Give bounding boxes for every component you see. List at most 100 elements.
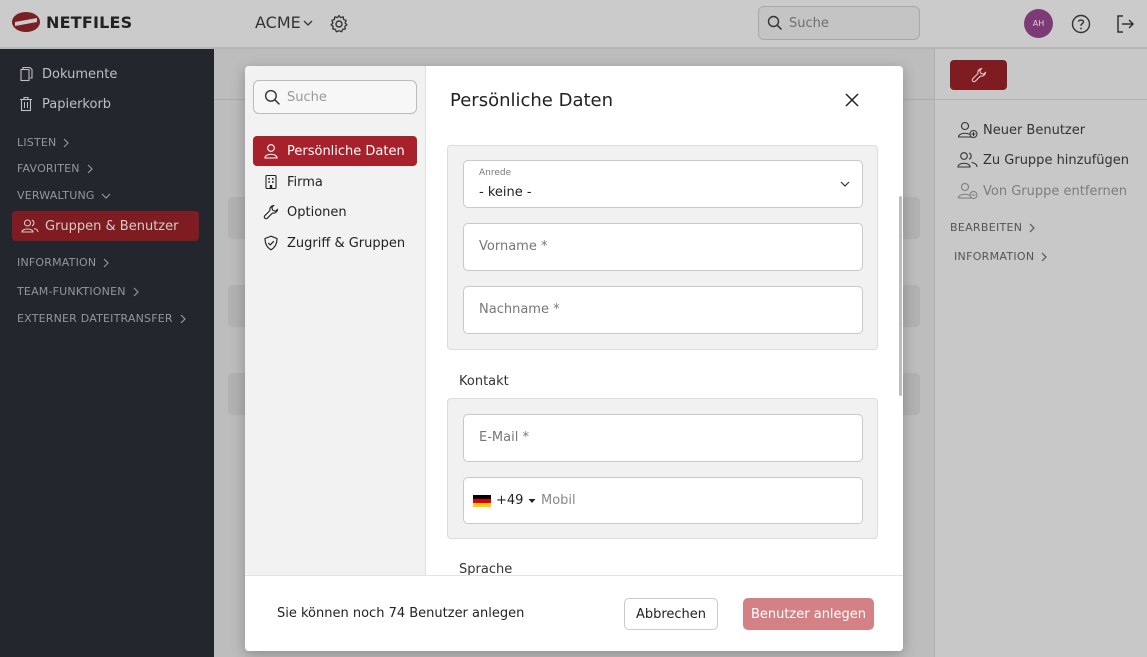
- netfiles-logo[interactable]: NETFILES: [12, 12, 132, 32]
- sidebar-item-label: Dokumente: [42, 66, 118, 82]
- divider: [935, 99, 1147, 100]
- search-icon: [767, 15, 783, 31]
- logo-mark-icon: [12, 12, 40, 32]
- action-label: Von Gruppe entfernen: [983, 183, 1128, 199]
- create-user-button[interactable]: Benutzer anlegen: [743, 598, 874, 630]
- wrench-icon: [263, 204, 279, 220]
- sidebar-item-gruppen-benutzer[interactable]: Gruppen & Benutzer: [12, 211, 199, 241]
- section-label: EXTERNER DATEITRANSFER: [17, 312, 173, 325]
- chevron-right-icon: [180, 314, 186, 323]
- email-placeholder: E-Mail *: [479, 430, 529, 445]
- right-action-panel: Neuer Benutzer Zu Gruppe hinzufügen Von …: [934, 49, 1147, 657]
- dialog-footer: Sie können noch 74 Benutzer anlegen Abbr…: [245, 575, 903, 651]
- lastname-field[interactable]: Nachname *: [463, 286, 863, 334]
- search-icon: [264, 89, 280, 105]
- top-bar: NETFILES ACME AH: [0, 0, 1147, 48]
- dialog-nav-options[interactable]: Optionen: [253, 197, 417, 227]
- dialog-scrollbar[interactable]: [899, 196, 902, 396]
- dialog-nav-personal-data[interactable]: Persönliche Daten: [253, 136, 417, 166]
- close-icon[interactable]: [843, 91, 861, 109]
- logo-text: NETFILES: [46, 12, 133, 32]
- mobile-placeholder: Mobil: [541, 493, 576, 508]
- background-card: [902, 373, 920, 415]
- country-code-selector[interactable]: +49: [473, 493, 536, 508]
- sidebar-section-listen[interactable]: LISTEN: [17, 136, 70, 149]
- sidebar-item-dokumente[interactable]: Dokumente: [18, 66, 117, 82]
- help-icon[interactable]: [1071, 14, 1091, 34]
- dialog-title: Persönliche Daten: [450, 90, 614, 111]
- chevron-right-icon: [1041, 252, 1048, 261]
- right-section-bearbeiten[interactable]: BEARBEITEN: [950, 221, 1036, 234]
- mobile-field[interactable]: +49 Mobil: [463, 477, 863, 524]
- nav-label: Firma: [287, 174, 323, 190]
- lastname-placeholder: Nachname *: [479, 302, 560, 317]
- chevron-right-icon: [103, 258, 110, 267]
- trash-icon: [20, 96, 32, 112]
- user-icon: [264, 144, 278, 159]
- firstname-field[interactable]: Vorname *: [463, 223, 863, 271]
- dialog-nav-access-groups[interactable]: Zugriff & Gruppen: [253, 228, 417, 258]
- nav-label: Persönliche Daten: [287, 143, 405, 159]
- user-plus-icon: [957, 121, 978, 138]
- gear-icon[interactable]: [329, 14, 349, 34]
- chevron-right-icon: [87, 164, 93, 173]
- tools-button[interactable]: [950, 60, 1007, 90]
- nav-label: Optionen: [287, 204, 347, 220]
- users-icon: [957, 152, 978, 168]
- remove-from-group-action[interactable]: Von Gruppe entfernen: [957, 182, 1127, 200]
- section-label: TEAM-FUNKTIONEN: [17, 285, 126, 298]
- top-search-input[interactable]: [789, 15, 899, 31]
- chevron-right-icon: [133, 287, 139, 296]
- contact-section-title: Kontakt: [459, 374, 509, 389]
- section-label: VERWALTUNG: [17, 189, 95, 202]
- dialog-nav-company[interactable]: Firma: [253, 167, 417, 197]
- chevron-right-icon: [1029, 223, 1036, 232]
- tenant-name: ACME: [255, 13, 301, 32]
- salutation-value: - keine -: [479, 185, 532, 200]
- dialog-form: Anrede - keine - Vorname * Nachname * Ko…: [426, 130, 903, 575]
- sidebar-item-label: Papierkorb: [42, 96, 112, 112]
- salutation-select[interactable]: Anrede - keine -: [463, 160, 863, 208]
- salutation-label: Anrede: [479, 168, 512, 178]
- caret-down-icon: [528, 498, 536, 503]
- section-label: INFORMATION: [954, 250, 1035, 263]
- remaining-users-info: Sie können noch 74 Benutzer anlegen: [277, 606, 525, 621]
- personal-data-group: Anrede - keine - Vorname * Nachname *: [447, 145, 878, 350]
- email-field[interactable]: E-Mail *: [463, 414, 863, 462]
- tenant-selector[interactable]: ACME: [255, 13, 313, 32]
- germany-flag-icon: [473, 494, 491, 507]
- sidebar-section-information[interactable]: INFORMATION: [17, 256, 110, 269]
- section-label: LISTEN: [17, 136, 57, 149]
- cancel-button[interactable]: Abbrechen: [624, 598, 718, 630]
- user-minus-icon: [957, 182, 978, 199]
- contact-group: E-Mail * +49 Mobil: [447, 398, 878, 539]
- sidebar-section-externer[interactable]: EXTERNER DATEITRANSFER: [17, 312, 187, 325]
- users-icon: [21, 219, 39, 233]
- sidebar-section-verwaltung[interactable]: VERWALTUNG: [17, 189, 111, 202]
- sidebar-section-team[interactable]: TEAM-FUNKTIONEN: [17, 285, 140, 298]
- section-label: INFORMATION: [17, 256, 97, 269]
- dialog-search-input[interactable]: [287, 89, 407, 105]
- add-to-group-action[interactable]: Zu Gruppe hinzufügen: [957, 151, 1129, 169]
- top-search-box[interactable]: [758, 6, 920, 40]
- background-card: [902, 285, 920, 327]
- sidebar-section-favoriten[interactable]: FAVORITEN: [17, 162, 94, 175]
- section-label: BEARBEITEN: [950, 221, 1023, 234]
- chevron-down-icon: [303, 20, 313, 26]
- section-label: FAVORITEN: [17, 162, 80, 175]
- logout-icon[interactable]: [1115, 14, 1135, 34]
- chevron-down-icon: [101, 193, 111, 199]
- action-label: Neuer Benutzer: [983, 122, 1086, 138]
- dialog-search-box[interactable]: [253, 80, 417, 114]
- firstname-placeholder: Vorname *: [479, 239, 548, 254]
- shield-check-icon: [264, 235, 278, 251]
- sidebar-item-label: Gruppen & Benutzer: [45, 218, 179, 234]
- sidebar-item-papierkorb[interactable]: Papierkorb: [18, 96, 111, 112]
- right-section-information[interactable]: INFORMATION: [954, 250, 1048, 263]
- building-icon: [265, 174, 277, 190]
- dialog-nav: Persönliche Daten Firma Optionen Zugriff…: [245, 66, 426, 575]
- background-card: [902, 197, 920, 239]
- language-section-title: Sprache: [459, 562, 513, 575]
- user-avatar[interactable]: AH: [1024, 9, 1053, 38]
- new-user-action[interactable]: Neuer Benutzer: [957, 121, 1085, 139]
